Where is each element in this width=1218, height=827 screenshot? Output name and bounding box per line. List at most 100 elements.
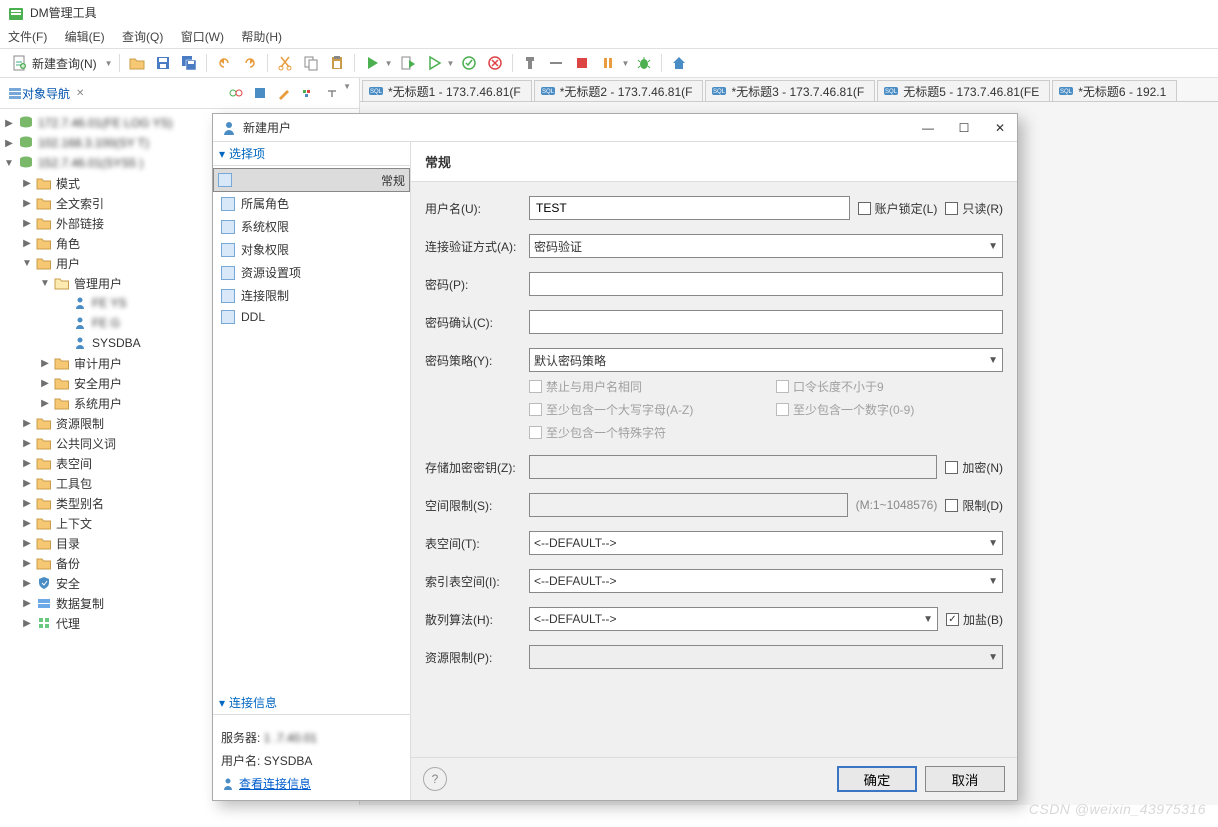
password-input[interactable] [529, 272, 1003, 296]
readonly-checkbox[interactable]: 只读(R) [945, 200, 1003, 217]
salt-checkbox[interactable]: ✓加盐(B) [946, 611, 1003, 628]
view-conn-link[interactable]: 查看连接信息 [221, 775, 402, 792]
commit-icon[interactable] [458, 52, 480, 74]
editor-tab[interactable]: SQL*无标题3 - 173.7.46.81(F [705, 80, 875, 101]
maximize-button[interactable]: ☐ [955, 121, 973, 135]
dialog-sidebar: ▾选择项 常规 所属角色 系统权限 对象权限 资源设置项 连接限制 DDL ▾连… [213, 142, 411, 800]
resource-select[interactable]: ▼ [529, 645, 1003, 669]
menubar: 文件(F) 编辑(E) 查询(Q) 窗口(W) 帮助(H) [0, 25, 1218, 48]
opt-general[interactable]: 常规 [213, 168, 410, 192]
space-label: 空间限制(S): [425, 497, 529, 514]
pause-icon[interactable] [597, 52, 619, 74]
help-button[interactable]: ? [423, 767, 447, 791]
hash-label: 散列算法(H): [425, 611, 529, 628]
policy-opt-4: 至少包含一个特殊字符 [529, 424, 756, 441]
dialog-titlebar: 新建用户 — ☐ ✕ [213, 114, 1017, 141]
editor-tab[interactable]: SQL*无标题1 - 173.7.46.81(F [362, 80, 532, 101]
policy-label: 密码策略(Y): [425, 352, 529, 369]
opt-sysperm[interactable]: 系统权限 [213, 215, 410, 238]
save-all-icon[interactable] [178, 52, 200, 74]
opt-connlimit[interactable]: 连接限制 [213, 284, 410, 307]
editor-tab[interactable]: SQL*无标题6 - 192.1 [1052, 80, 1177, 101]
svg-text:SQL: SQL [713, 89, 726, 95]
dropdown-icon[interactable]: ▼ [105, 59, 113, 68]
home-icon[interactable] [668, 52, 690, 74]
idx-tablespace-select[interactable]: <--DEFAULT-->▼ [529, 569, 1003, 593]
tablespace-label: 表空间(T): [425, 535, 529, 552]
new-user-dialog: 新建用户 — ☐ ✕ ▾选择项 常规 所属角色 系统权限 对象权限 资源设置项 … [212, 113, 1018, 801]
auth-label: 连接验证方式(A): [425, 238, 529, 255]
open-icon[interactable] [126, 52, 148, 74]
resource-label: 资源限制(P): [425, 649, 529, 666]
close-button[interactable]: ✕ [991, 121, 1009, 135]
run-script-icon[interactable] [397, 52, 419, 74]
opt-roles[interactable]: 所属角色 [213, 192, 410, 215]
pwd-confirm-label: 密码确认(C): [425, 314, 529, 331]
bug-icon[interactable] [633, 52, 655, 74]
storekey-input [529, 455, 937, 479]
username-input[interactable] [529, 196, 850, 220]
app-icon [8, 5, 24, 21]
encrypt-checkbox[interactable]: 加密(N) [945, 459, 1003, 476]
menu-window[interactable]: 窗口(W) [181, 30, 224, 44]
opt-resource[interactable]: 资源设置项 [213, 261, 410, 284]
rollback-icon[interactable] [484, 52, 506, 74]
editor-tabs: SQL*无标题1 - 173.7.46.81(F SQL*无标题2 - 173.… [360, 78, 1218, 102]
idx-tbs-label: 索引表空间(I): [425, 573, 529, 590]
tablespace-select[interactable]: <--DEFAULT-->▼ [529, 531, 1003, 555]
filter-icon[interactable] [297, 82, 319, 104]
menu-query[interactable]: 查询(Q) [122, 30, 163, 44]
policy-select[interactable]: 默认密码策略▼ [529, 348, 1003, 372]
opt-ddl[interactable]: DDL [213, 307, 410, 327]
tool-icon[interactable] [519, 52, 541, 74]
policy-opt-1: 口令长度不小于9 [776, 378, 1003, 395]
undo-icon[interactable] [213, 52, 235, 74]
policy-opt-0: 禁止与用户名相同 [529, 378, 756, 395]
main-toolbar: 新建查询(N) ▼ ▼ ▼ ▼ [0, 48, 1218, 78]
minimize-button[interactable]: — [919, 121, 937, 135]
user-icon [221, 120, 237, 136]
nav-title: 对象导航 [22, 85, 70, 102]
editor-tab[interactable]: SQL*无标题2 - 173.7.46.81(F [534, 80, 704, 101]
policy-opt-3: 至少包含一个数字(0-9) [776, 401, 1003, 418]
svg-text:SQL: SQL [885, 89, 898, 95]
opt-objperm[interactable]: 对象权限 [213, 238, 410, 261]
editor-tab[interactable]: SQL无标题5 - 173.7.46.81(FE [877, 80, 1050, 101]
stop-icon[interactable] [571, 52, 593, 74]
close-icon[interactable]: ✕ [76, 88, 84, 99]
menu-edit[interactable]: 编辑(E) [65, 30, 105, 44]
limit-checkbox[interactable]: 限制(D) [945, 497, 1003, 514]
ok-button[interactable]: 确定 [837, 766, 917, 792]
run-icon[interactable] [361, 52, 383, 74]
svg-text:SQL: SQL [1060, 89, 1073, 95]
hash-select[interactable]: <--DEFAULT-->▼ [529, 607, 938, 631]
refresh-icon[interactable] [249, 82, 271, 104]
cancel-button[interactable]: 取消 [925, 766, 1005, 792]
form-header: 常规 [411, 142, 1017, 182]
paste-icon[interactable] [326, 52, 348, 74]
storekey-label: 存储加密密钥(Z): [425, 459, 529, 476]
conninfo-header[interactable]: ▾连接信息 [213, 691, 410, 715]
policy-opt-2: 至少包含一个大写字母(A-Z) [529, 401, 756, 418]
options-header[interactable]: ▾选择项 [213, 142, 410, 166]
edit-icon[interactable] [273, 82, 295, 104]
dialog-title: 新建用户 [243, 119, 291, 136]
svg-text:SQL: SQL [542, 89, 555, 95]
redo-icon[interactable] [239, 52, 261, 74]
new-query-button[interactable]: 新建查询(N) [6, 53, 103, 74]
link-icon[interactable] [225, 82, 247, 104]
username-label: 用户名(U): [425, 200, 529, 217]
menu-file[interactable]: 文件(F) [8, 30, 47, 44]
lock-checkbox[interactable]: 账户锁定(L) [858, 200, 938, 217]
svg-text:SQL: SQL [370, 89, 383, 95]
password-confirm-input[interactable] [529, 310, 1003, 334]
save-icon[interactable] [152, 52, 174, 74]
menu-help[interactable]: 帮助(H) [241, 30, 282, 44]
copy-icon[interactable] [300, 52, 322, 74]
debug-icon[interactable] [423, 52, 445, 74]
auth-select[interactable]: 密码验证▼ [529, 234, 1003, 258]
tool2-icon[interactable] [545, 52, 567, 74]
cut-icon[interactable] [274, 52, 296, 74]
collapse-icon[interactable] [321, 82, 343, 104]
nav-icon [8, 86, 22, 100]
